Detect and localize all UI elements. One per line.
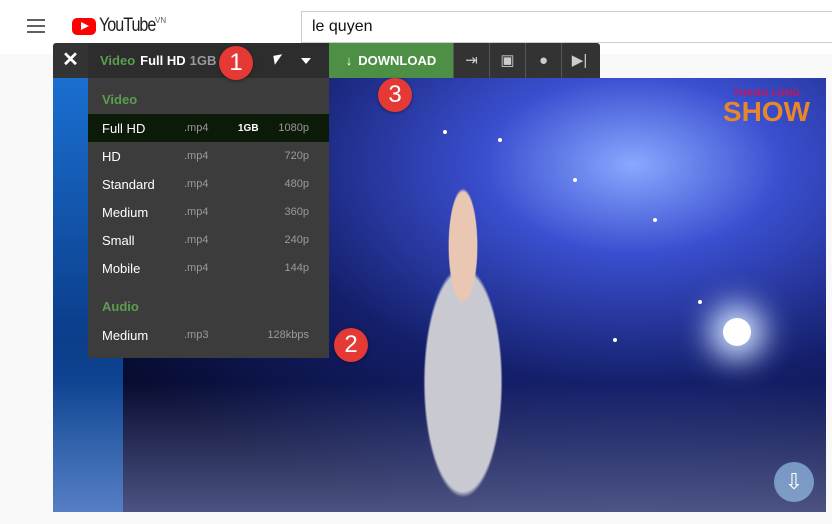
option-cell: Medium	[102, 204, 149, 220]
option-cell: Small	[102, 232, 135, 248]
picture-in-picture-icon[interactable]: ▣	[489, 43, 525, 78]
singer	[393, 178, 533, 512]
step-badge-2: 2	[334, 328, 368, 362]
logo-text: YouTube	[99, 15, 156, 36]
search-input[interactable]: le quyen	[301, 11, 832, 43]
caret-down-icon	[301, 58, 311, 64]
option-cell: .mp3	[184, 329, 209, 341]
option-cell: .mp4	[184, 178, 209, 190]
option-cell: .mp4	[184, 262, 209, 274]
mouse-cursor-icon	[273, 54, 284, 65]
lightbulb-icon[interactable]: ●	[525, 43, 561, 78]
stage-light	[723, 318, 751, 346]
region-code: VN	[155, 16, 167, 25]
skip-next-icon[interactable]: ▶|	[561, 43, 597, 78]
option-cell: Mobile	[102, 260, 141, 276]
option-cell: 240p	[284, 234, 309, 246]
type-label: Video	[100, 53, 136, 68]
stage-light	[698, 300, 702, 304]
option-cell: 480p	[284, 178, 309, 190]
stage-light	[498, 138, 502, 142]
quality-select[interactable]: Video Full HD 1GB	[88, 43, 329, 78]
option-cell: Medium	[102, 327, 149, 343]
option-small[interactable]: Small .mp4 240p	[88, 226, 329, 254]
option-cell: 360p	[284, 206, 309, 218]
stage-light	[613, 338, 617, 342]
option-audio-medium[interactable]: Medium .mp3 128kbps	[88, 321, 329, 349]
option-standard[interactable]: Standard .mp4 480p	[88, 170, 329, 198]
size-label: 1GB	[189, 53, 217, 68]
option-mobile[interactable]: Mobile .mp4 144p	[88, 254, 329, 282]
download-button[interactable]: ↓ DOWNLOAD	[329, 43, 453, 78]
option-cell: 1GB	[238, 122, 259, 134]
download-label: DOWNLOAD	[358, 53, 437, 68]
option-cell: 720p	[284, 150, 309, 162]
option-medium[interactable]: Medium .mp4 360p	[88, 198, 329, 226]
option-cell: 144p	[284, 262, 309, 274]
close-button[interactable]: ✕	[53, 43, 88, 78]
quality-label: Full HD	[140, 53, 186, 68]
option-cell: Full HD	[102, 120, 146, 136]
stage-light	[653, 218, 657, 222]
option-hd[interactable]: HD .mp4 720p	[88, 142, 329, 170]
youtube-play-icon	[72, 17, 96, 35]
audio-section-header: Audio	[102, 299, 139, 314]
option-cell: Standard	[102, 176, 155, 192]
download-toolbar: ✕ Video Full HD 1GB ↓ DOWNLOAD ⇥ ▣ ● ▶|	[53, 43, 600, 78]
youtube-logo[interactable]: YouTube VN	[72, 15, 167, 37]
arrow-down-icon: ↓	[345, 53, 353, 68]
stage-light	[573, 178, 577, 182]
phone-export-icon[interactable]: ⇥	[453, 43, 489, 78]
option-cell: .mp4	[184, 206, 209, 218]
option-cell: .mp4	[184, 122, 209, 134]
video-section-header: Video	[102, 92, 138, 107]
quality-dropdown: Video Full HD .mp4 1GB 1080p HD .mp4 720p Sta…	[88, 78, 329, 358]
option-full-hd[interactable]: Full HD .mp4 1GB 1080p	[88, 114, 329, 142]
stage-light	[443, 130, 447, 134]
hamburger-menu-icon[interactable]	[27, 19, 45, 33]
option-cell: 128kbps	[267, 329, 309, 341]
thang-long-show-logo: THANG LONG SHOW	[722, 88, 810, 127]
option-cell: HD	[102, 148, 121, 164]
option-cell: .mp4	[184, 234, 209, 246]
download-overlay-icon[interactable]: ⇩	[774, 462, 814, 502]
option-cell: 1080p	[278, 122, 309, 134]
step-badge-3: 3	[378, 78, 412, 112]
step-badge-1: 1	[219, 46, 253, 80]
option-cell: .mp4	[184, 150, 209, 162]
